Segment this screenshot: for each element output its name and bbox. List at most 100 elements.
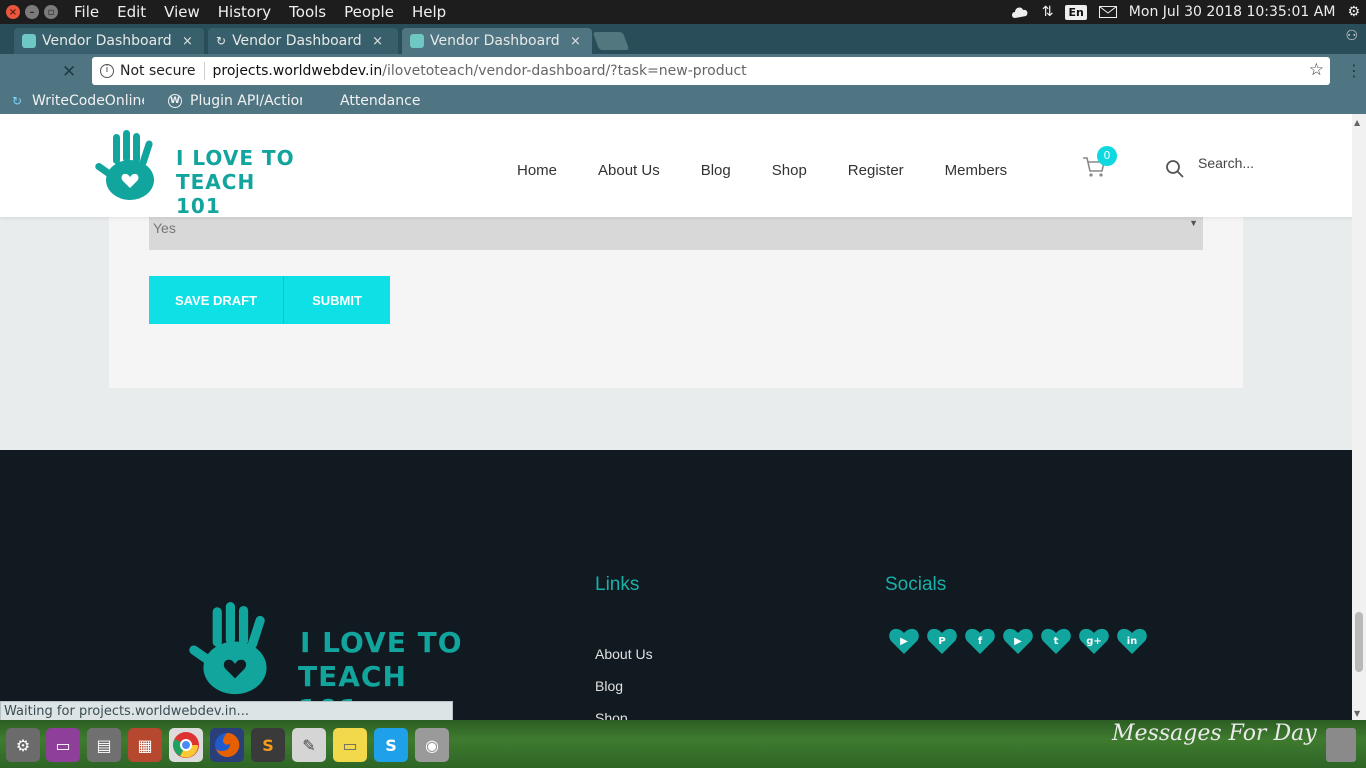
- dock-camera[interactable]: ◉: [415, 728, 449, 762]
- product-option-select[interactable]: Yes ▼: [149, 214, 1203, 250]
- window-minimize-button[interactable]: –: [25, 5, 39, 19]
- footer-logo[interactable]: I LOVE TO TEACH 101: [180, 602, 470, 720]
- page-scrollbar[interactable]: ▲ ▼: [1352, 114, 1366, 720]
- browser-menu-icon[interactable]: ⋮: [1346, 61, 1362, 80]
- tab-vendor-dashboard-2[interactable]: ↻ Vendor Dashboard ×: [208, 28, 398, 54]
- facebook-icon[interactable]: f: [964, 626, 996, 656]
- site-logo[interactable]: I LOVE TO TEACH 101: [90, 130, 300, 218]
- google-plus-icon[interactable]: g+: [1078, 626, 1110, 656]
- nav-about-us[interactable]: About Us: [598, 162, 660, 179]
- logo-line-1: I LOVE TO: [176, 146, 295, 170]
- dock-sticky-notes[interactable]: ▭: [333, 728, 367, 762]
- dock-text-editor[interactable]: ✎: [292, 728, 326, 762]
- network-icon[interactable]: ⇅: [1042, 4, 1054, 20]
- logo-line-2: TEACH 101: [176, 170, 256, 218]
- menu-history[interactable]: History: [218, 3, 271, 21]
- svg-text:g+: g+: [1086, 636, 1102, 647]
- scroll-down-arrow-icon[interactable]: ▼: [1354, 709, 1360, 718]
- tab-close-icon[interactable]: ×: [372, 34, 383, 49]
- nav-register[interactable]: Register: [848, 162, 904, 179]
- security-status[interactable]: Not secure: [120, 63, 196, 79]
- youtube-icon[interactable]: ▶: [1002, 626, 1034, 656]
- tab-close-icon[interactable]: ×: [182, 34, 193, 49]
- svg-text:f: f: [978, 636, 983, 647]
- menu-help[interactable]: Help: [412, 3, 446, 21]
- social-links: ▶ Pf ▶ t g+ in: [888, 626, 1148, 656]
- footer-socials-title: Socials: [885, 574, 947, 595]
- hand-logo-icon: [189, 602, 267, 695]
- bookmark-star-icon[interactable]: ☆: [1309, 60, 1324, 80]
- new-tab-button[interactable]: [592, 32, 630, 50]
- browser-toolbar: ✕ i Not secure projects.worldwebdev.in /…: [0, 54, 1366, 88]
- hand-logo-icon: [95, 130, 154, 200]
- wordpress-icon: W: [168, 94, 182, 108]
- bookmark-attendance[interactable]: Attendance: [340, 93, 420, 109]
- bookmark-label: WriteCodeOnline: [32, 93, 144, 109]
- search-icon[interactable]: [1165, 159, 1185, 179]
- tab-vendor-dashboard-3[interactable]: Vendor Dashboard ×: [402, 28, 592, 54]
- dock-chrome[interactable]: [169, 728, 203, 762]
- dock-drive[interactable]: ▤: [87, 728, 121, 762]
- nav-home[interactable]: Home: [517, 162, 557, 179]
- menu-people[interactable]: People: [344, 3, 394, 21]
- search-input[interactable]: [1198, 152, 1328, 174]
- dropdown-arrow-icon: ▼: [1189, 218, 1198, 228]
- system-tray: ⇅ En Mon Jul 30 2018 10:35:01 AM ⚙: [1010, 0, 1360, 24]
- code-icon: ↻: [11, 94, 23, 108]
- tab-vendor-dashboard-1[interactable]: Vendor Dashboard ×: [14, 28, 204, 54]
- nav-shop[interactable]: Shop: [772, 162, 807, 179]
- wallpaper-caption: Messages For Day: [1112, 721, 1317, 746]
- omnibox-divider: [203, 62, 205, 80]
- loading-spinner-icon: ↻: [216, 34, 227, 48]
- dock-sublime-text[interactable]: S: [251, 728, 285, 762]
- bookmark-label: Attendance: [340, 93, 421, 109]
- address-bar[interactable]: i Not secure projects.worldwebdev.in /il…: [92, 57, 1330, 85]
- form-actions: SAVE DRAFT SUBMIT: [149, 276, 390, 324]
- info-icon[interactable]: i: [100, 64, 114, 78]
- keyboard-language-indicator[interactable]: En: [1065, 4, 1087, 20]
- bookmark-label: Plugin API/Action: [190, 93, 302, 109]
- chrome-icon: [173, 732, 199, 758]
- menu-tools[interactable]: Tools: [289, 3, 326, 21]
- youtube-icon[interactable]: ▶: [888, 626, 920, 656]
- note-icon: ▭: [342, 735, 358, 755]
- stop-loading-icon[interactable]: ✕: [62, 62, 76, 82]
- pinterest-icon[interactable]: P: [926, 626, 958, 656]
- dock-skype[interactable]: S: [374, 728, 408, 762]
- twitter-icon[interactable]: t: [1040, 626, 1072, 656]
- nav-blog[interactable]: Blog: [701, 162, 731, 179]
- submit-button[interactable]: SUBMIT: [283, 276, 390, 324]
- browser-tab-strip: Vendor Dashboard × ↻ Vendor Dashboard × …: [0, 24, 1366, 54]
- tab-label: Vendor Dashboard: [232, 33, 362, 49]
- dock-firefox[interactable]: [210, 728, 244, 762]
- cart-count-badge: 0: [1097, 146, 1117, 166]
- window-maximize-button[interactable]: ▫: [44, 5, 58, 19]
- footer-link-shop[interactable]: Shop: [595, 710, 628, 720]
- mail-icon[interactable]: [1098, 6, 1117, 18]
- site-header: I LOVE TO TEACH 101 Home About Us Blog S…: [0, 114, 1352, 218]
- firefox-icon: [215, 732, 240, 757]
- tab-close-icon[interactable]: ×: [570, 34, 581, 49]
- save-draft-button[interactable]: SAVE DRAFT: [149, 276, 283, 324]
- bookmark-writecodeonline[interactable]: ↻ WriteCodeOnline: [10, 93, 144, 109]
- clock[interactable]: Mon Jul 30 2018 10:35:01 AM: [1129, 4, 1336, 20]
- dock-file-manager[interactable]: ▦: [128, 728, 162, 762]
- app-menu: File Edit View History Tools People Help: [74, 3, 464, 21]
- trash-icon[interactable]: [1326, 728, 1356, 762]
- bookmark-plugin-api[interactable]: W Plugin API/Action: [168, 93, 302, 109]
- main-navigation: Home About Us Blog Shop Register Members: [517, 162, 1048, 179]
- window-close-button[interactable]: ×: [6, 5, 20, 19]
- nav-members[interactable]: Members: [945, 162, 1008, 179]
- menu-file[interactable]: File: [74, 3, 99, 21]
- dock-system-settings[interactable]: ⚙: [6, 728, 40, 762]
- footer-link-blog[interactable]: Blog: [595, 678, 623, 694]
- dock-window-switcher[interactable]: ▭: [46, 728, 80, 762]
- scroll-up-arrow-icon[interactable]: ▲: [1354, 118, 1360, 127]
- footer-link-about-us[interactable]: About Us: [595, 646, 653, 662]
- linkedin-icon[interactable]: in: [1116, 626, 1148, 656]
- cloud-icon[interactable]: [1010, 4, 1030, 20]
- scrollbar-thumb[interactable]: [1355, 612, 1363, 672]
- menu-view[interactable]: View: [164, 3, 200, 21]
- gear-icon[interactable]: ⚙: [1347, 4, 1360, 20]
- menu-edit[interactable]: Edit: [117, 3, 146, 21]
